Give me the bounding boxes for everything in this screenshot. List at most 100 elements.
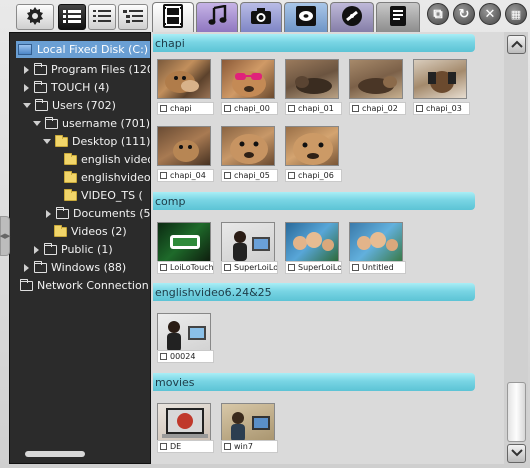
thumbnail[interactable]	[157, 126, 211, 166]
refresh-button[interactable]: ↻	[453, 3, 475, 25]
item-caption[interactable]: chapi_04	[157, 169, 214, 182]
thumbnail[interactable]	[221, 126, 275, 166]
collapse-icon[interactable]	[33, 121, 41, 126]
thumbnail[interactable]	[413, 59, 467, 99]
thumbnail[interactable]	[157, 59, 211, 99]
thumbnail[interactable]	[221, 222, 275, 262]
tree-item-englishvideo[interactable]: englishvideo	[64, 169, 150, 186]
item-caption[interactable]: DE	[157, 440, 214, 453]
item-caption[interactable]: chapi_05	[221, 169, 278, 182]
expand-icon[interactable]	[34, 245, 39, 254]
scroll-up-button[interactable]	[507, 35, 526, 54]
tree-view-button[interactable]	[118, 4, 148, 30]
select-checkbox[interactable]	[288, 105, 295, 112]
tree-item-documents[interactable]: Documents (5	[44, 205, 150, 222]
tab-document[interactable]	[376, 2, 420, 32]
details-view-button[interactable]	[58, 4, 86, 30]
tree-item-windows[interactable]: Windows (88)	[22, 259, 126, 276]
tree-item-english-video[interactable]: english video	[64, 151, 150, 168]
tree-item-touch[interactable]: TOUCH (4)	[22, 79, 109, 96]
tree-item-video-ts[interactable]: VIDEO_TS (	[64, 187, 143, 204]
tree-item-desktop[interactable]: Desktop (111)	[42, 133, 150, 150]
thumbnail[interactable]	[349, 59, 403, 99]
thumbnail[interactable]	[349, 222, 403, 262]
grid-menu-button[interactable]: ▦	[505, 3, 527, 25]
select-checkbox[interactable]	[224, 443, 231, 450]
group-header[interactable]: movies	[153, 373, 475, 391]
item-caption[interactable]: chapi_03	[413, 102, 470, 115]
tab-dvd[interactable]	[284, 2, 328, 32]
thumbnail[interactable]	[157, 222, 211, 262]
group-header[interactable]: chapi	[153, 34, 475, 52]
tree-item-local-disk[interactable]: Local Fixed Disk (C:)	[16, 41, 150, 58]
sidebar-resize-handle[interactable]: ◀▶	[0, 216, 10, 256]
collapse-icon[interactable]	[43, 139, 51, 144]
tree-item-program-files[interactable]: Program Files (120	[22, 61, 150, 78]
expand-icon[interactable]	[24, 263, 29, 272]
folder-icon	[34, 80, 47, 93]
select-checkbox[interactable]	[416, 105, 423, 112]
expand-icon[interactable]	[24, 83, 29, 92]
collapse-icon[interactable]	[23, 103, 31, 108]
item-name: chapi_01	[298, 104, 334, 113]
close-button[interactable]: ✕	[479, 3, 501, 25]
person-image	[231, 412, 270, 442]
select-checkbox[interactable]	[160, 264, 167, 271]
item-caption[interactable]: LoiLoTouch	[157, 261, 214, 274]
thumbnail[interactable]	[285, 59, 339, 99]
select-checkbox[interactable]	[160, 353, 167, 360]
expand-icon[interactable]	[46, 209, 51, 218]
select-checkbox[interactable]	[224, 264, 231, 271]
select-checkbox[interactable]	[288, 264, 295, 271]
select-checkbox[interactable]	[224, 172, 231, 179]
item-caption[interactable]: chapi_02	[349, 102, 406, 115]
dog-image	[173, 140, 199, 162]
thumbnail[interactable]	[285, 126, 339, 166]
settings-button[interactable]	[16, 4, 54, 30]
item-caption[interactable]: chapi	[157, 102, 214, 115]
item-caption[interactable]: win7	[221, 440, 278, 453]
select-checkbox[interactable]	[224, 105, 231, 112]
tab-music[interactable]	[196, 2, 238, 32]
group-header[interactable]: comp	[153, 192, 475, 210]
horizontal-scrollbar[interactable]	[25, 451, 85, 457]
item-caption[interactable]: SuperLoiLoS	[285, 261, 342, 274]
thumbnail[interactable]	[157, 403, 211, 443]
music-note-icon	[207, 4, 227, 30]
thumbnail[interactable]	[221, 403, 275, 443]
tree-item-public[interactable]: Public (1)	[32, 241, 113, 258]
item-caption[interactable]: SuperLoiLoS	[221, 261, 278, 274]
tree-item-network[interactable]: Network Connection (	[20, 277, 150, 294]
thumbnail[interactable]	[221, 59, 275, 99]
folder-icon	[55, 134, 68, 147]
tree-item-username[interactable]: username (701)	[32, 115, 150, 132]
tree-item-users[interactable]: Users (702)	[22, 97, 116, 114]
tab-video[interactable]	[152, 2, 194, 32]
tab-disc[interactable]	[330, 2, 374, 32]
scroll-down-button[interactable]	[507, 444, 526, 463]
thumbnail[interactable]	[157, 313, 211, 353]
item-caption[interactable]: Untitled	[349, 261, 406, 274]
external-button[interactable]: ⧉	[427, 3, 449, 25]
scroll-thumb[interactable]	[507, 382, 526, 442]
select-checkbox[interactable]	[352, 264, 359, 271]
item-caption[interactable]: chapi_06	[285, 169, 342, 182]
item-caption[interactable]: 00024	[157, 350, 214, 363]
expand-icon[interactable]	[24, 65, 29, 74]
list-view-button[interactable]	[88, 4, 116, 30]
thumbnail[interactable]	[285, 222, 339, 262]
tree-item-videos[interactable]: Videos (2)	[54, 223, 127, 240]
item-caption[interactable]: chapi_00	[221, 102, 278, 115]
tab-photo[interactable]	[240, 2, 282, 32]
vertical-scrollbar[interactable]	[504, 32, 528, 464]
select-checkbox[interactable]	[288, 172, 295, 179]
folder-tree[interactable]: Local Fixed Disk (C:) Program Files (120…	[9, 32, 151, 464]
select-checkbox[interactable]	[352, 105, 359, 112]
select-checkbox[interactable]	[160, 443, 167, 450]
camera-icon	[250, 7, 272, 28]
item-name: chapi_04	[170, 171, 206, 180]
select-checkbox[interactable]	[160, 105, 167, 112]
item-caption[interactable]: chapi_01	[285, 102, 342, 115]
select-checkbox[interactable]	[160, 172, 167, 179]
group-header[interactable]: englishvideo6.24&25	[153, 283, 475, 301]
